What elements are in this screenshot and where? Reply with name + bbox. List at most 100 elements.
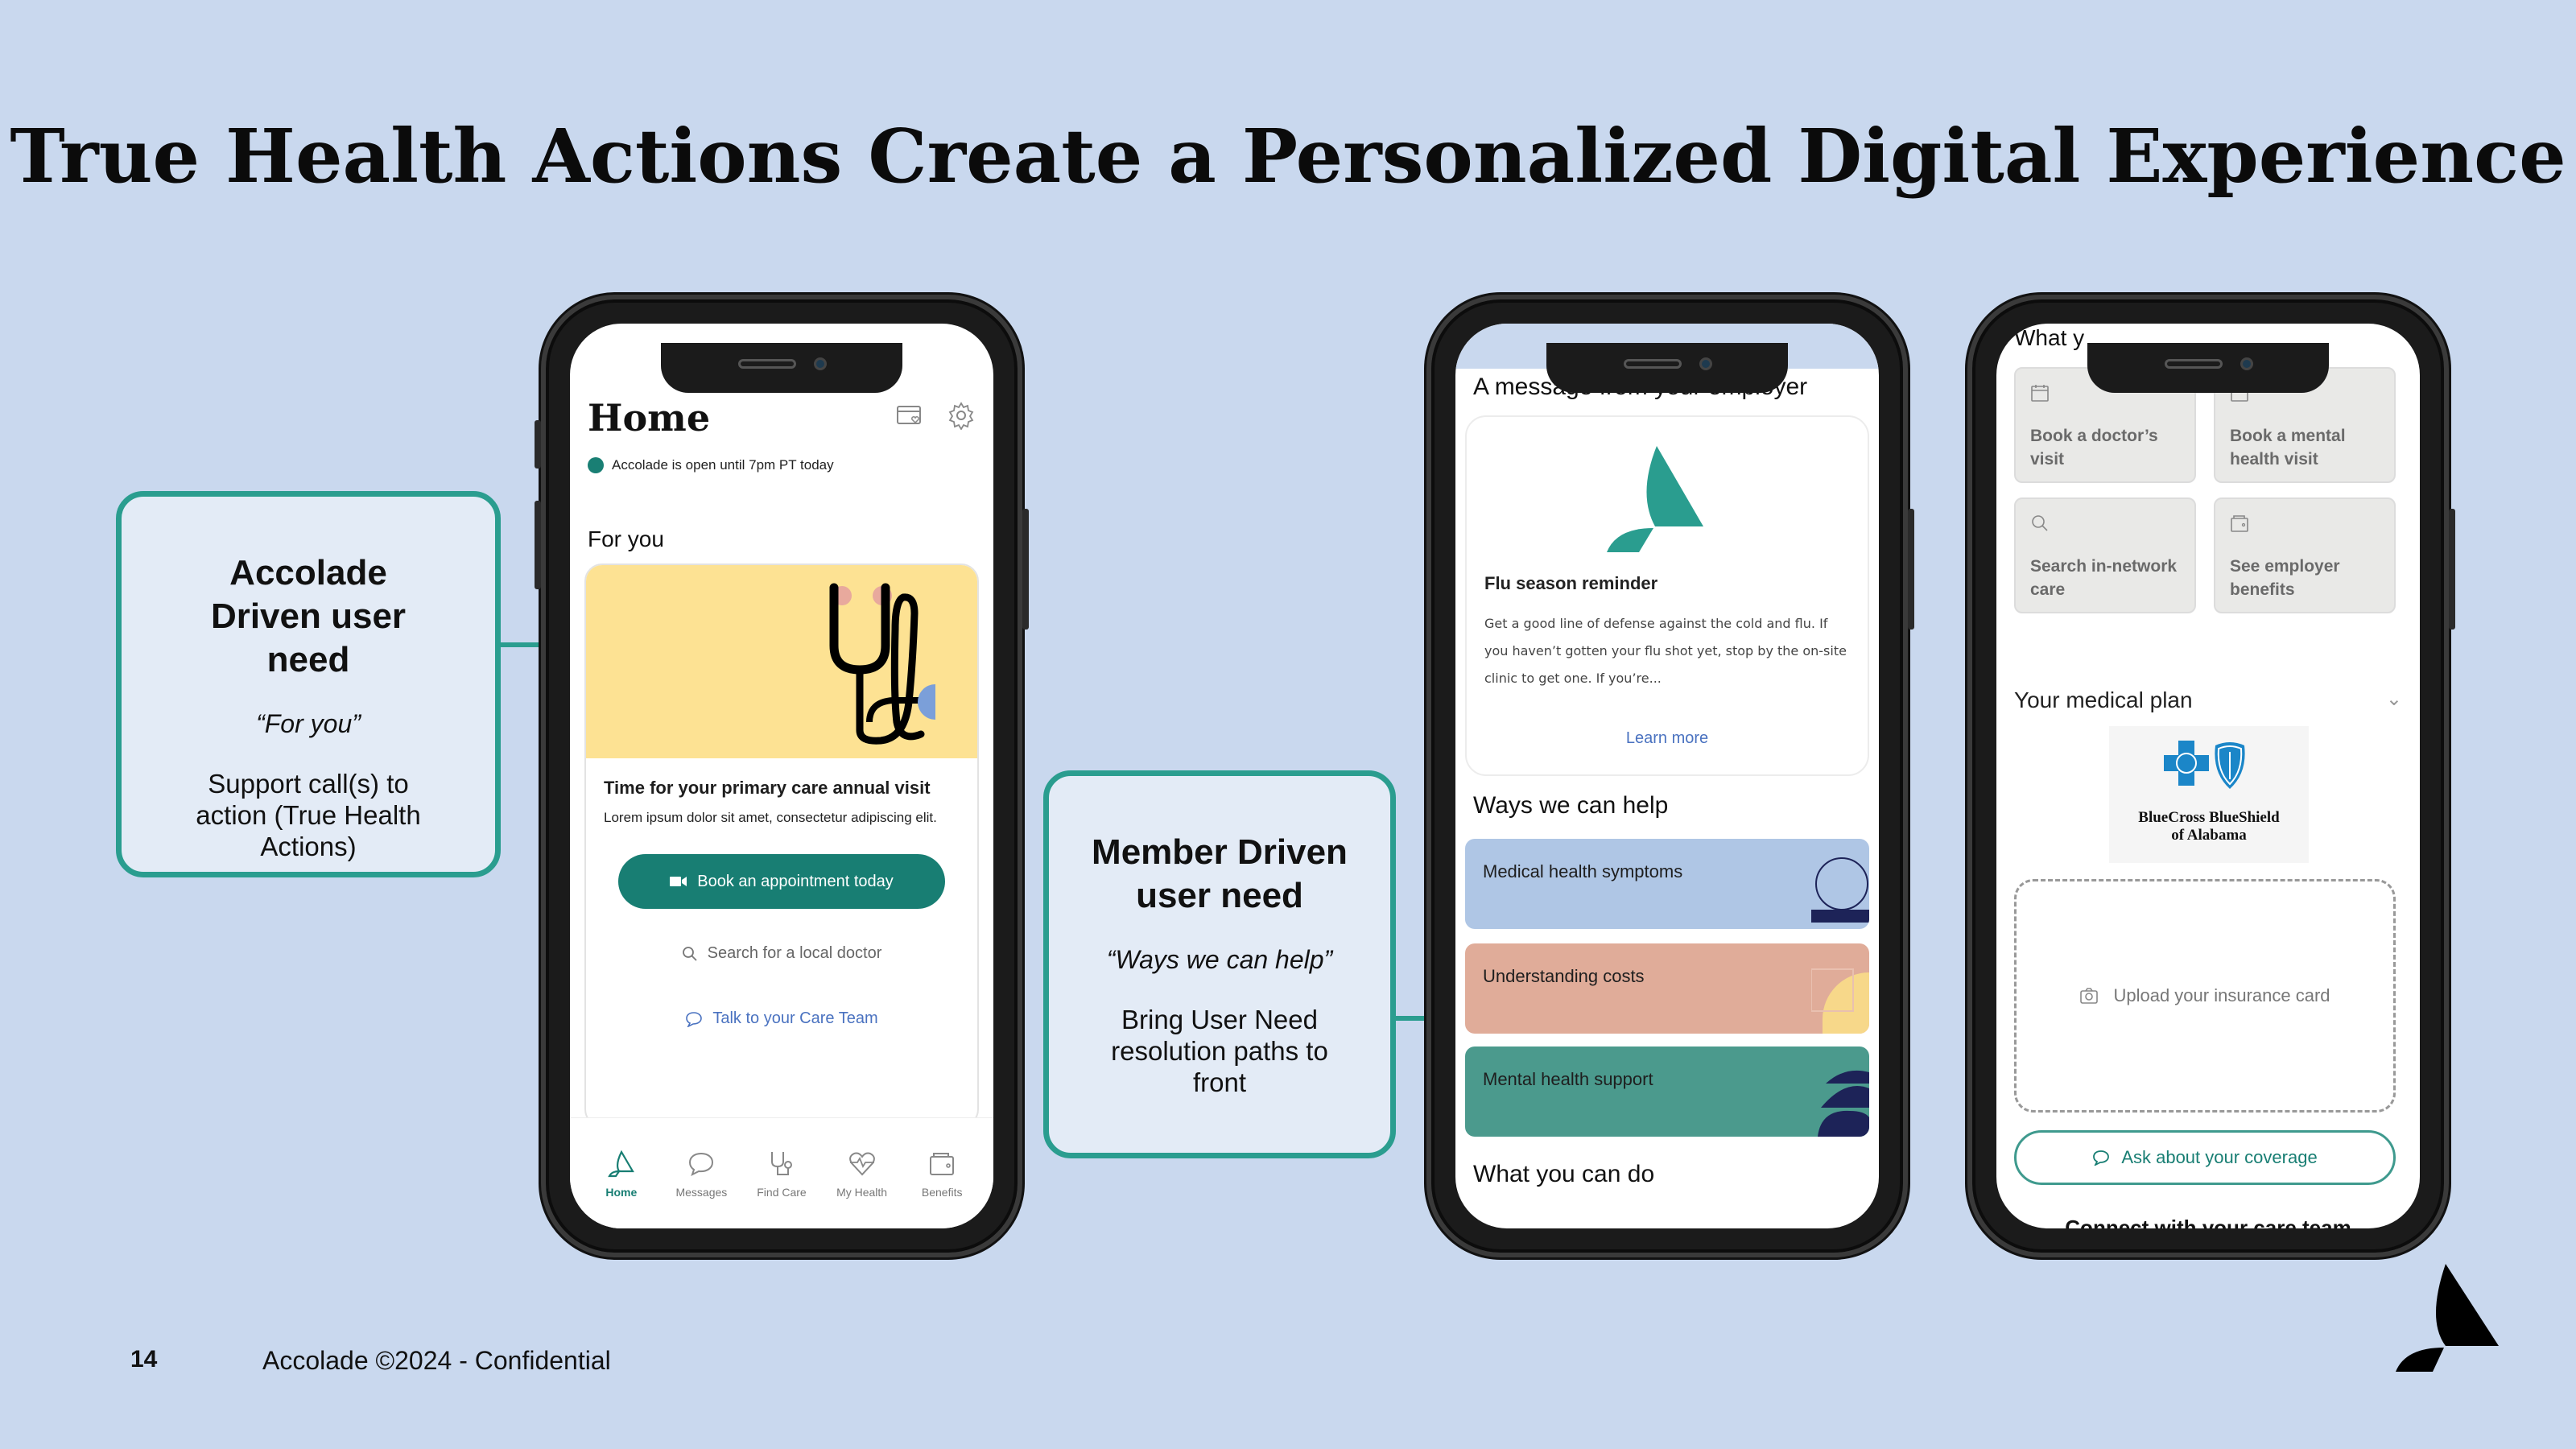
tab-label: Messages xyxy=(675,1186,728,1199)
search-local-doctor-link[interactable]: Search for a local doctor xyxy=(604,944,960,963)
callout-quote: “For you” xyxy=(256,709,361,738)
link-label: Search for a local doctor xyxy=(707,944,882,962)
phone-medical-plan-screen: What y Book a doctor’s visit Book a ment… xyxy=(1967,295,2455,1257)
phone-notch xyxy=(2087,343,2329,393)
search-icon xyxy=(682,946,697,961)
tab-messages[interactable]: Messages xyxy=(663,1150,740,1228)
insurer-logo: BlueCross BlueShield of Alabama xyxy=(2109,726,2309,863)
status-text: Accolade is open until 7pm PT today xyxy=(612,457,834,473)
help-item-mental-health-support[interactable]: Mental health support xyxy=(1465,1046,1869,1137)
phone-side-button xyxy=(2449,509,2455,630)
video-camera-icon xyxy=(670,877,687,886)
card-hero-image xyxy=(586,565,977,758)
chat-bubble-icon xyxy=(686,1011,703,1027)
search-icon xyxy=(2032,515,2048,531)
phone-notch xyxy=(661,343,902,393)
footer-copyright: Accolade ©2024 - Confidential xyxy=(262,1346,611,1375)
help-item-medical-symptoms[interactable]: Medical health symptoms xyxy=(1465,839,1869,929)
gear-icon[interactable] xyxy=(947,401,976,431)
section-heading-connect-care-team: Connect with your care team xyxy=(2065,1216,2351,1228)
insurer-region: of Alabama xyxy=(2171,827,2247,844)
phone-side-button xyxy=(1022,509,1029,630)
help-item-label: Medical health symptoms xyxy=(1483,861,1683,881)
slide-title: True Health Actions Create a Personalize… xyxy=(10,113,2566,200)
ask-about-coverage-button[interactable]: Ask about your coverage xyxy=(2014,1130,2396,1185)
section-heading-ways-we-can-help: Ways we can help xyxy=(1473,792,1669,819)
calendar-icon xyxy=(2031,385,2049,402)
tab-label: Home xyxy=(605,1186,638,1199)
callout-description: Support call(s) to action (True Health A… xyxy=(196,769,421,861)
tab-my-health[interactable]: My Health xyxy=(824,1150,901,1228)
section-heading-for-you: For you xyxy=(588,526,664,551)
tab-label: Find Care xyxy=(757,1186,807,1199)
camera-icon xyxy=(2080,988,2099,1004)
action-search-in-network-care[interactable]: Search in-network care xyxy=(2014,497,2196,613)
action-label: Book a doctor’s visit xyxy=(2030,427,2158,469)
callout-quote: “Ways we can help” xyxy=(1106,945,1333,974)
heart-pulse-icon xyxy=(848,1152,875,1176)
phone-side-button xyxy=(1908,509,1914,630)
link-label: Talk to your Care Team xyxy=(712,1009,878,1027)
learn-more-link[interactable]: Learn more xyxy=(1467,729,1868,748)
tab-home[interactable]: Home xyxy=(583,1150,660,1228)
upload-label: Upload your insurance card xyxy=(2113,985,2330,1005)
chevron-down-icon[interactable]: ⌄ xyxy=(2386,687,2402,711)
wallet-icon xyxy=(930,1153,955,1175)
phone-notch xyxy=(1546,343,1788,393)
medical-plan-header[interactable]: Your medical plan ⌄ xyxy=(2014,687,2402,713)
bottom-tab-bar: Home Messages Find Care My Health Benefi… xyxy=(570,1117,993,1228)
insurance-card-icon[interactable] xyxy=(895,401,924,430)
talk-to-care-team-link[interactable]: Talk to your Care Team xyxy=(604,1009,960,1028)
tab-label: My Health xyxy=(836,1186,888,1199)
phone-home-screen: Home Accolade is open until 7pm PT today… xyxy=(535,295,1029,1257)
callout-accolade-driven: Accolade Driven user need “For you” Supp… xyxy=(116,491,501,877)
tab-find-care[interactable]: Find Care xyxy=(743,1150,820,1228)
book-appointment-button[interactable]: Book an appointment today xyxy=(618,854,945,909)
insurer-name: BlueCross BlueShield xyxy=(2138,809,2280,826)
upload-insurance-card-dropzone[interactable]: Upload your insurance card xyxy=(2014,879,2396,1113)
button-label: Book an appointment today xyxy=(697,872,894,890)
tab-benefits[interactable]: Benefits xyxy=(903,1150,980,1228)
status-dot-icon xyxy=(588,457,604,473)
card-title: Time for your primary care annual visit xyxy=(604,778,931,798)
stethoscope-illustration-icon xyxy=(829,583,935,745)
phone-ways-we-can-help-screen: A message from your employer Flu season … xyxy=(1426,295,1914,1257)
bluecross-blueshield-logo-icon xyxy=(2164,741,2245,789)
accolade-logo-icon xyxy=(2396,1264,2499,1372)
stethoscope-icon xyxy=(770,1152,792,1175)
section-heading-medical-plan: Your medical plan xyxy=(2014,687,2193,712)
help-item-label: Understanding costs xyxy=(1483,966,1645,986)
for-you-card: Time for your primary care annual visit … xyxy=(584,564,979,1127)
accolade-logo-icon xyxy=(1607,446,1703,552)
phone-side-button xyxy=(535,501,541,589)
chat-bubble-icon xyxy=(689,1152,714,1176)
employer-message-card: Flu season reminder Get a good line of d… xyxy=(1465,415,1869,776)
section-heading-what-you-can-do: What you can do xyxy=(1473,1161,1655,1187)
callout-member-driven: Member Driven user need “Ways we can hel… xyxy=(1043,770,1396,1158)
card-description: Lorem ipsum dolor sit amet, consectetur … xyxy=(604,810,937,825)
shapes-illustration-icon xyxy=(1811,968,1869,1034)
circle-illustration-icon xyxy=(1811,857,1869,923)
callout-title: Member Driven user need xyxy=(1092,832,1348,915)
phone-screen: What y Book a doctor’s visit Book a ment… xyxy=(1996,324,2420,1228)
page-number: 14 xyxy=(130,1346,158,1373)
accolade-logo-icon xyxy=(608,1150,634,1178)
chat-bubble-icon xyxy=(2093,1150,2110,1166)
message-body: Get a good line of defense against the c… xyxy=(1484,616,1847,686)
wallet-icon xyxy=(2231,515,2248,532)
action-grid: Book a doctor’s visit Book a mental heal… xyxy=(2014,367,2396,613)
action-label: Book a mental health visit xyxy=(2230,427,2346,469)
phone-screen: Home Accolade is open until 7pm PT today… xyxy=(570,324,993,1228)
action-see-employer-benefits[interactable]: See employer benefits xyxy=(2214,497,2396,613)
phone-side-button xyxy=(535,420,541,469)
callout-description: Bring User Need resolution paths to fron… xyxy=(1111,1005,1328,1097)
section-heading-partial: What y xyxy=(2014,325,2085,350)
help-item-label: Mental health support xyxy=(1483,1069,1653,1089)
callout-title: Accolade Driven user need xyxy=(210,553,407,679)
tab-label: Benefits xyxy=(921,1186,963,1199)
button-label: Ask about your coverage xyxy=(2121,1147,2318,1167)
action-label: Search in-network care xyxy=(2030,557,2178,599)
help-item-understanding-costs[interactable]: Understanding costs xyxy=(1465,943,1869,1034)
availability-status: Accolade is open until 7pm PT today xyxy=(588,457,834,473)
message-title: Flu season reminder xyxy=(1484,573,1658,593)
